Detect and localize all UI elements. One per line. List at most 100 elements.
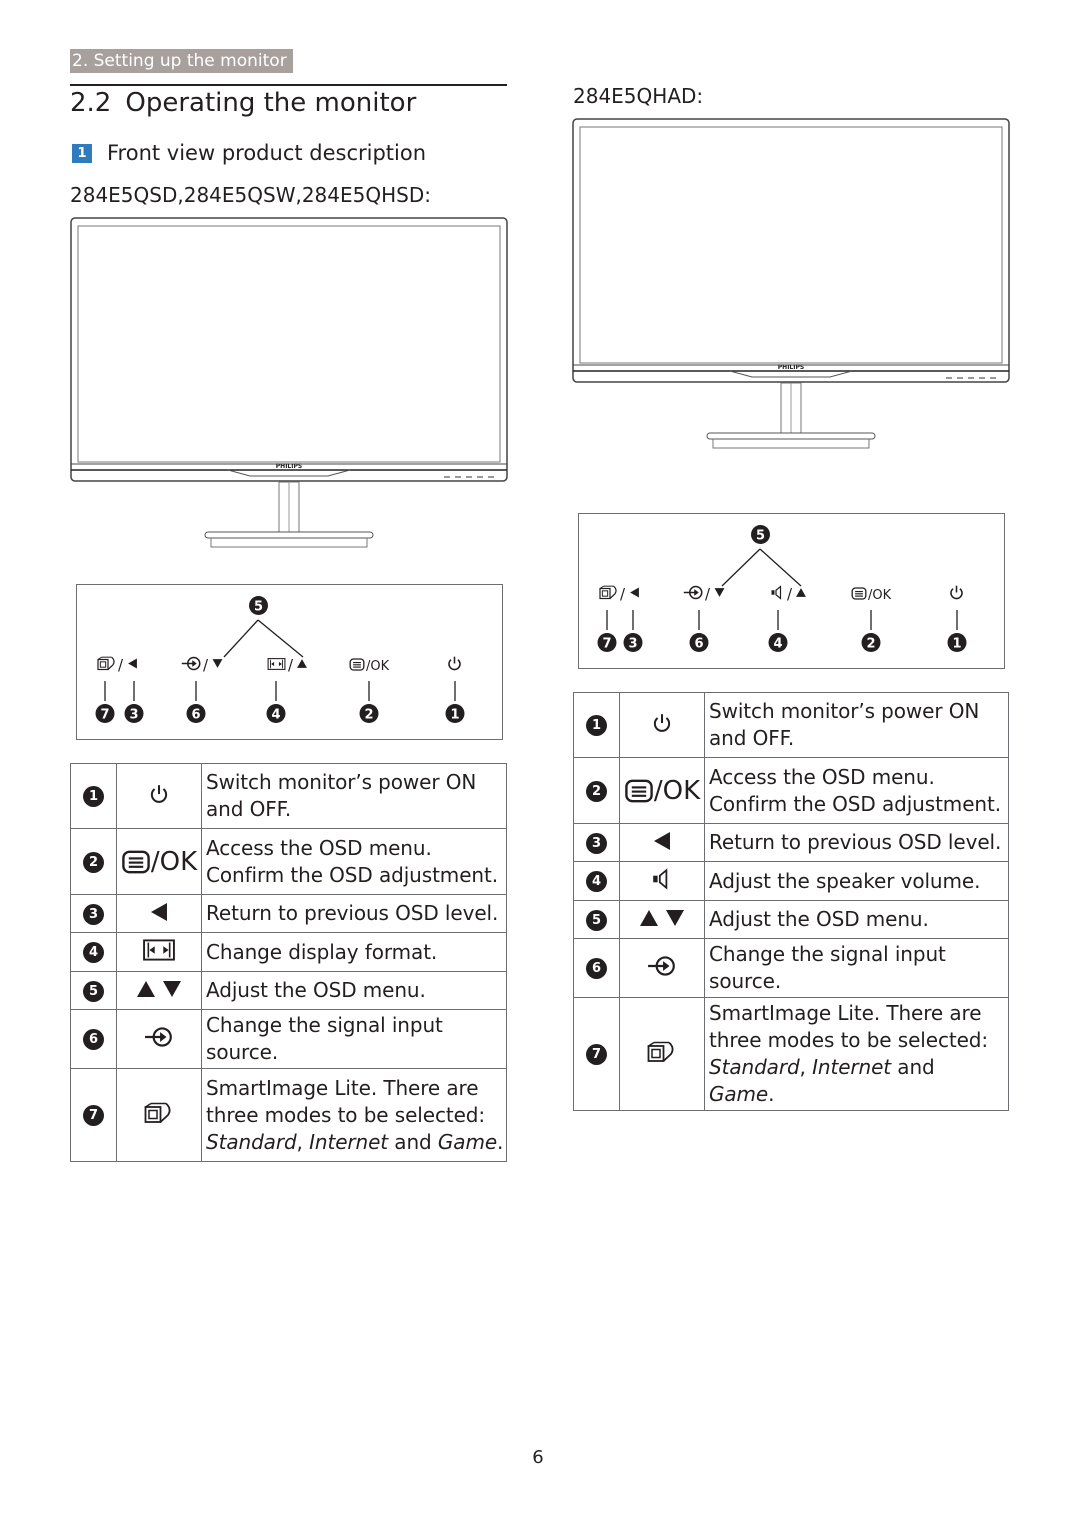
callout-4: 4 <box>266 704 286 723</box>
button-panel-right: 5 / / / /OK 7 3 6 4 2 1 <box>578 513 1005 669</box>
format-icon <box>267 658 286 670</box>
down-triangle-icon <box>665 908 685 928</box>
row-description: Return to previous OSD level. <box>704 823 1009 862</box>
svg-text:/: / <box>620 585 626 603</box>
models-label-right: 284E5QHAD: <box>573 84 704 108</box>
row-number: 1 <box>83 786 104 807</box>
svg-text:2: 2 <box>866 637 875 652</box>
page-title-number: 2.2 <box>70 88 112 118</box>
row-description: SmartImage Lite. There are three modes t… <box>201 1068 507 1162</box>
page-title-text: Operating the monitor <box>125 88 417 118</box>
down-triangle-icon <box>162 979 182 999</box>
row-number: 3 <box>586 832 607 854</box>
up-triangle-icon <box>639 908 659 928</box>
function-table-right: 1 Switch monitor’s power ON and OFF. 2 /… <box>573 692 1009 1111</box>
left-triangle-icon <box>630 587 639 598</box>
callout-2: 2 <box>359 704 379 723</box>
row-description: Change the signal input source. <box>704 938 1009 998</box>
row-number: 2 <box>83 851 104 873</box>
table-row: 1 Switch monitor’s power ON and OFF. <box>70 763 507 829</box>
row-number: 7 <box>83 1105 104 1126</box>
table-row: 2 /OK Access the OSD menu. Confirm the OS… <box>573 757 1009 824</box>
panel-button-format-up[interactable]: / <box>267 656 307 674</box>
svg-text:4: 4 <box>271 708 280 723</box>
panel-button-menu-ok[interactable]: /OK <box>349 658 390 674</box>
row-number: 6 <box>83 1029 104 1050</box>
function-table-left: 1 Switch monitor’s power ON and OFF. 2 /… <box>70 763 507 1162</box>
smartimage-icon <box>97 656 115 671</box>
panel-button-speaker-up[interactable]: / <box>770 585 806 603</box>
row-description: Change display format. <box>201 932 507 972</box>
models-label-left: 284E5QSD,284E5QSW,284E5QHSD: <box>70 183 431 207</box>
up-triangle-icon <box>297 659 307 668</box>
menu-icon <box>624 779 654 803</box>
input-icon <box>683 585 703 600</box>
svg-text:1: 1 <box>450 708 459 723</box>
row-description: Access the OSD menu. Confirm the OSD adju… <box>201 828 507 895</box>
input-icon <box>181 656 201 671</box>
callout-3: 3 <box>623 633 643 652</box>
row-description: Adjust the OSD menu. <box>201 971 507 1010</box>
table-row: 6 Change the signal input source. <box>70 1009 507 1069</box>
panel-button-smartimage-left[interactable]: / <box>97 656 137 674</box>
row-description: SmartImage Lite. There are three modes t… <box>704 997 1009 1111</box>
svg-text:/OK: /OK <box>366 659 390 674</box>
speaker-icon <box>651 868 673 890</box>
svg-text:/: / <box>118 656 124 674</box>
left-triangle-icon <box>149 902 169 922</box>
row-description: Access the OSD menu. Confirm the OSD adju… <box>704 757 1009 824</box>
callout-5: 5 <box>249 596 268 615</box>
row-number: 2 <box>586 780 607 802</box>
panel-button-menu-ok[interactable]: /OK <box>851 587 892 603</box>
up-triangle-icon <box>136 979 156 999</box>
panel-button-input-down[interactable]: / <box>181 656 223 674</box>
callout-2: 2 <box>861 633 881 652</box>
subsection-badge: 1 <box>72 144 92 163</box>
up-triangle-icon <box>796 588 806 597</box>
menu-icon <box>121 850 151 874</box>
panel-button-power[interactable] <box>448 655 461 671</box>
row-number: 5 <box>83 980 104 1002</box>
table-row: 6 Change the signal input source. <box>573 938 1009 998</box>
panel-button-power[interactable] <box>950 584 963 600</box>
table-row: 2 /OK Access the OSD menu. Confirm the OS… <box>70 828 507 895</box>
row-number: 7 <box>586 1044 607 1065</box>
monitor-illustration-left: PHILIPS <box>70 217 508 551</box>
table-row: 5 Adjust the OSD menu. <box>573 900 1009 939</box>
svg-text:/: / <box>787 585 793 603</box>
svg-text:/: / <box>705 585 711 603</box>
subsection-title: Front view product description <box>107 141 427 165</box>
input-icon <box>647 955 677 977</box>
menu-icon <box>349 658 365 671</box>
svg-text:3: 3 <box>129 708 138 723</box>
table-row: 3 Return to previous OSD level. <box>70 894 507 933</box>
page-title: 2.2 Operating the monitor <box>70 86 416 120</box>
svg-text:6: 6 <box>191 708 200 723</box>
svg-text:/OK: /OK <box>868 588 892 603</box>
format-icon <box>143 939 175 961</box>
panel-button-smartimage-left[interactable]: / <box>599 585 639 603</box>
left-triangle-icon <box>652 831 672 851</box>
svg-text:7: 7 <box>602 637 611 652</box>
row-number: 4 <box>83 942 104 963</box>
row-number: 5 <box>586 909 607 931</box>
page-number: 6 <box>532 1447 544 1468</box>
table-row: 3 Return to previous OSD level. <box>573 823 1009 862</box>
svg-text:1: 1 <box>952 637 961 652</box>
row-number: 6 <box>586 958 607 979</box>
monitor-illustration-right: PHILIPS <box>572 118 1010 452</box>
row-description: Return to previous OSD level. <box>201 894 507 933</box>
table-row: 5 Adjust the OSD menu. <box>70 971 507 1010</box>
row-description: Switch monitor’s power ON and OFF. <box>201 763 507 829</box>
callout-7: 7 <box>597 633 617 652</box>
svg-text:3: 3 <box>628 637 637 652</box>
row-description: Adjust the OSD menu. <box>704 900 1009 939</box>
svg-text:6: 6 <box>694 637 703 652</box>
panel-button-input-down[interactable]: / <box>683 585 725 603</box>
callout-3: 3 <box>124 704 144 723</box>
row-description: Change the signal input source. <box>201 1009 507 1069</box>
ok-label: /OK <box>653 775 701 806</box>
down-triangle-icon <box>714 588 725 597</box>
callout-1: 1 <box>445 704 465 723</box>
power-icon <box>651 712 673 734</box>
